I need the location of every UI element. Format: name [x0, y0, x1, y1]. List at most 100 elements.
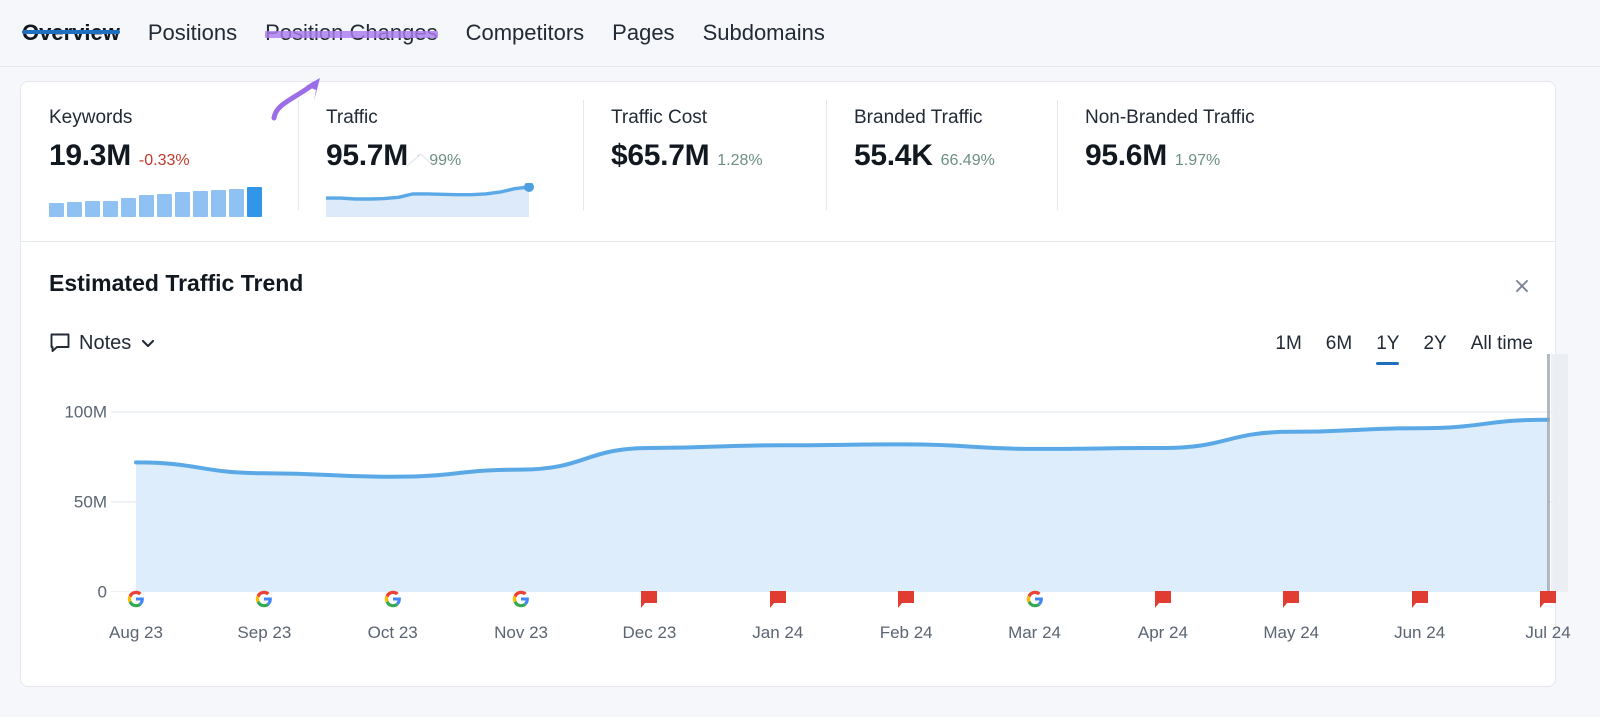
tab-overview[interactable]: Overview [22, 0, 134, 44]
sparkline-bar [157, 194, 172, 217]
area-chart-svg [21, 382, 1555, 592]
x-axis-tick-label: Jul 24 [1525, 624, 1570, 641]
note-marker-icon [640, 590, 658, 610]
tab-competitors[interactable]: Competitors [452, 0, 599, 44]
time-range-selector: 1M6M 1Y 2Y All time [1263, 334, 1533, 365]
tab-label: Positions [148, 20, 237, 45]
note-marker-icon[interactable] [1282, 590, 1300, 610]
tab-pages[interactable]: Pages [598, 0, 688, 44]
metric-delta: 1.28% [717, 153, 762, 169]
metric-value-row: 95.6M1.97% [1085, 141, 1357, 171]
note-marker-icon[interactable] [640, 590, 658, 610]
x-axis-tick-label: Jan 24 [752, 624, 803, 641]
metric-delta: 66.49% [941, 153, 995, 169]
metric-card-branded-traffic[interactable]: Branded Traffic55.4K66.49% [826, 82, 1057, 241]
tab-label: Subdomains [703, 20, 825, 45]
metric-value: 95.7M [326, 141, 408, 171]
sparkline-bar [121, 198, 136, 217]
panel-title: Estimated Traffic Trend [49, 272, 303, 295]
traffic-chart-plot: 050M100M Aug 23Sep 23Oct 23Nov 23Dec 23J… [21, 382, 1555, 682]
range-option-all-time[interactable]: All time [1459, 334, 1533, 365]
range-option-label: 2Y [1423, 333, 1446, 354]
traffic-analytics-screen: Overview Positions Position Changes Competi… [0, 0, 1600, 717]
sparkline-bar [175, 192, 190, 217]
tab-list: Overview Positions Position Changes Competi… [22, 0, 839, 67]
x-axis-tick-label: Nov 23 [494, 624, 548, 641]
note-marker-icon [1282, 590, 1300, 610]
sparkline-bar [193, 191, 208, 217]
tab-label: Pages [612, 20, 674, 45]
sparkline-bar [211, 190, 226, 217]
note-marker-icon[interactable] [1411, 590, 1429, 610]
note-marker-icon [897, 590, 915, 610]
metric-value: $65.7M [611, 141, 709, 171]
metric-card-non-branded-traffic[interactable]: Non-Branded Traffic 95.6M1.97% [1057, 82, 1357, 241]
metric-value-row: $65.7M 1.28% [611, 141, 826, 171]
metric-delta: -0.33% [139, 153, 190, 169]
tab-label: Competitors [466, 20, 585, 45]
metric-card-keywords[interactable]: Keywords19.3M-0.33% [21, 82, 298, 241]
metric-title: Keywords [49, 108, 298, 127]
metric-title: Traffic Cost [611, 108, 826, 127]
sparkline-bar [67, 202, 82, 217]
sparkline-bar [139, 195, 154, 217]
note-marker-icon[interactable] [1154, 590, 1172, 610]
note-marker-icon [769, 590, 787, 610]
tab-active-underline [22, 30, 120, 34]
google-icon[interactable] [127, 590, 145, 610]
metric-value-row: 55.4K 66.49% [854, 141, 1057, 171]
close-icon[interactable]: × [1509, 274, 1535, 300]
notes-label: Notes [79, 333, 131, 353]
google-icon[interactable] [384, 590, 402, 610]
sparkline-bar [247, 187, 262, 217]
x-axis-tick-label: May 24 [1263, 624, 1319, 641]
google-logo-icon [384, 590, 402, 608]
range-option-label: All time [1471, 333, 1533, 354]
metric-value: 55.4K [854, 141, 933, 171]
x-axis-tick-label: Dec 23 [623, 624, 677, 641]
x-axis-tick-label: Sep 23 [237, 624, 291, 641]
x-axis-tick-label: Oct 23 [368, 624, 418, 641]
chart-cursor-band [1551, 354, 1568, 592]
metric-card-traffic-cost[interactable]: Traffic Cost $65.7M 1.28% [583, 82, 826, 241]
x-axis-tick-label: Apr 24 [1138, 624, 1188, 641]
metric-delta: 1.97% [1175, 153, 1220, 169]
google-logo-icon [512, 590, 530, 608]
metric-value-row: 95.7M1.99% [326, 141, 583, 171]
tab-subdomains[interactable]: Subdomains [689, 0, 839, 44]
metric-title: Traffic [326, 108, 583, 127]
google-logo-icon [127, 590, 145, 608]
chevron-down-icon [139, 334, 157, 352]
keywords-sparkline-bars [49, 187, 298, 217]
range-active-underline [1376, 362, 1399, 365]
main-tab-bar: Overview Positions Position Changes Competi… [0, 0, 1600, 67]
google-logo-icon [1026, 590, 1044, 608]
notes-dropdown[interactable]: Notes [49, 332, 157, 354]
sparkline-bar [49, 203, 64, 217]
sparkline-svg [326, 183, 541, 217]
chart-cursor-line [1547, 354, 1550, 592]
note-marker-icon [1539, 590, 1557, 610]
google-icon[interactable] [1026, 590, 1044, 610]
x-axis-tick-label: Feb 24 [880, 624, 933, 641]
sparkline-bar [229, 189, 244, 217]
estimated-traffic-trend-panel: Estimated Traffic Trend × Notes 1M6M 1Y 2Y… [20, 241, 1556, 687]
metrics-summary-panel: Keywords19.3M-0.33%Traffic95.7M1.99%Traf… [20, 81, 1556, 241]
note-marker-icon [1411, 590, 1429, 610]
range-option-1m[interactable]: 1M [1263, 334, 1313, 365]
google-logo-icon [255, 590, 273, 608]
google-icon[interactable] [255, 590, 273, 610]
metric-title: Non-Branded Traffic [1085, 108, 1357, 127]
google-icon[interactable] [512, 590, 530, 610]
x-axis-tick-label: Aug 23 [109, 624, 163, 641]
range-option-6m[interactable]: 6M [1314, 334, 1364, 365]
tab-positions[interactable]: Positions [134, 0, 251, 44]
note-marker-icon[interactable] [1539, 590, 1557, 610]
note-marker-icon[interactable] [897, 590, 915, 610]
range-option-label: 1Y [1376, 333, 1399, 354]
range-option-2y[interactable]: 2Y [1411, 334, 1458, 365]
note-marker-icon[interactable] [769, 590, 787, 610]
range-option-1y[interactable]: 1Y [1364, 334, 1411, 365]
metric-card-list: Keywords19.3M-0.33%Traffic95.7M1.99%Traf… [21, 82, 1555, 241]
tab-position-changes[interactable]: Position Changes [251, 0, 451, 44]
